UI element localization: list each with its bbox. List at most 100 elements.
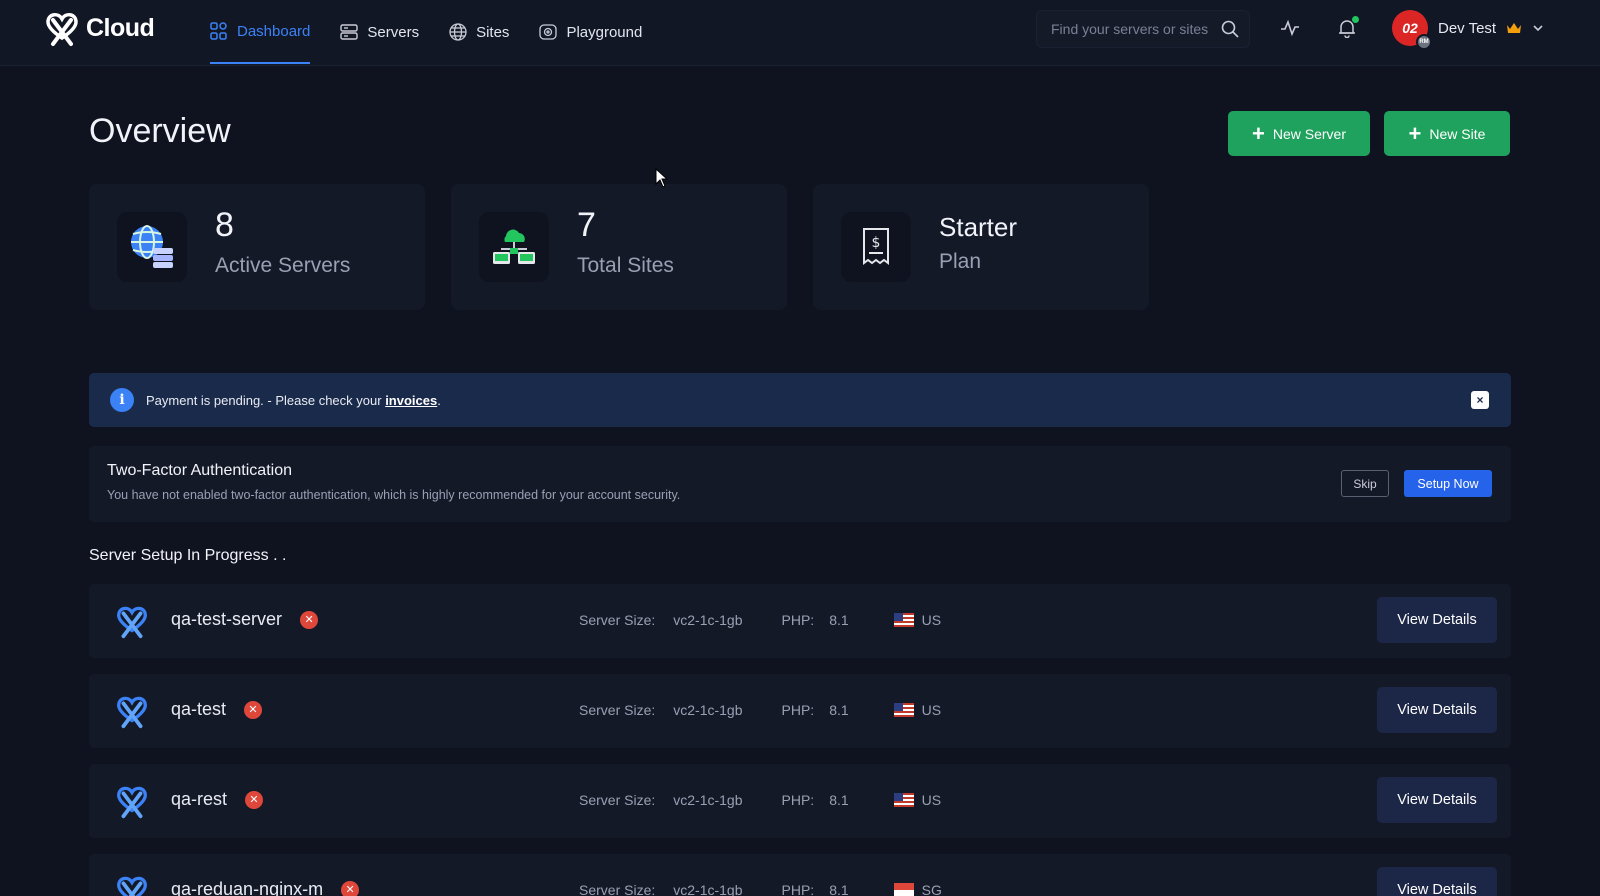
region: US	[893, 792, 942, 808]
section-title: Server Setup In Progress . .	[89, 547, 287, 564]
notifications-button[interactable]	[1337, 16, 1359, 40]
xcloud-logo-icon	[117, 876, 147, 896]
region-code: US	[921, 702, 942, 718]
alert-suffix: .	[437, 392, 441, 408]
brand-logo[interactable]: Cloud	[42, 8, 155, 48]
dashboard-icon	[210, 22, 227, 40]
close-icon[interactable]: ×	[1471, 391, 1489, 409]
stat-card-sites[interactable]: 7 Total Sites	[451, 184, 787, 310]
two-factor-banner: Two-Factor Authentication You have not e…	[89, 446, 1511, 522]
server-size-label: Server Size:	[579, 792, 656, 808]
alert-text: Payment is pending. - Please check your …	[146, 393, 441, 408]
brand-name: Cloud	[86, 13, 155, 42]
avatar-initials: 02	[1402, 20, 1418, 36]
nav-sites-label: Sites	[476, 23, 510, 41]
search-input[interactable]	[1051, 21, 1221, 37]
server-row[interactable]: qa-reduan-nginx-m ✕ Server Size: vc2-1c-…	[89, 854, 1511, 896]
nav-dashboard-label: Dashboard	[237, 22, 311, 40]
server-name-group: qa-rest ✕	[171, 789, 264, 810]
php-label: PHP:	[781, 792, 815, 808]
server-size-label: Server Size:	[579, 612, 656, 628]
alert-message: Payment is pending. - Please check your	[146, 392, 386, 408]
error-icon: ✕	[341, 880, 360, 896]
stat-card-plan[interactable]: $ Starter Plan	[813, 184, 1149, 310]
total-sites-count: 7	[577, 206, 596, 244]
server-name[interactable]: qa-rest	[171, 789, 227, 810]
activity-button[interactable]	[1280, 18, 1302, 40]
new-server-label: New Server	[1272, 125, 1346, 142]
plan-name: Starter	[939, 212, 1018, 242]
view-details-button[interactable]: View Details	[1377, 687, 1497, 733]
two-factor-description: You have not enabled two-factor authenti…	[107, 488, 681, 502]
server-size-value: vc2-1c-1gb	[673, 702, 743, 718]
invoice-dollar-icon: $	[841, 212, 911, 282]
region: US	[893, 612, 942, 628]
region-code: US	[921, 792, 942, 808]
us-flag-icon	[893, 793, 914, 807]
error-icon: ✕	[300, 610, 319, 629]
server-name[interactable]: qa-test	[171, 699, 226, 720]
php-version: 8.1	[829, 882, 849, 896]
server-meta: Server Size: vc2-1c-1gb PHP: 8.1 US	[579, 702, 941, 718]
php-label: PHP:	[781, 702, 815, 718]
nav-dashboard[interactable]: Dashboard	[210, 0, 311, 64]
total-sites-label: Total Sites	[577, 254, 674, 277]
nav-servers-label: Servers	[367, 23, 420, 41]
php-version: 8.1	[829, 702, 849, 718]
server-row[interactable]: qa-test-server ✕ Server Size: vc2-1c-1gb…	[89, 584, 1511, 658]
page-title: Overview	[89, 112, 231, 150]
php-version: 8.1	[829, 792, 849, 808]
server-size-value: vc2-1c-1gb	[673, 792, 743, 808]
avatar-badge: RM	[1416, 34, 1432, 50]
nav-sites[interactable]: Sites	[449, 0, 509, 64]
xcloud-logo-icon	[117, 606, 147, 639]
region-code: US	[921, 612, 942, 628]
new-server-button[interactable]: + New Server	[1228, 111, 1370, 156]
skip-button[interactable]: Skip	[1341, 470, 1389, 497]
search-box[interactable]	[1036, 10, 1250, 48]
server-row[interactable]: qa-test ✕ Server Size: vc2-1c-1gb PHP: 8…	[89, 674, 1511, 748]
server-meta: Server Size: vc2-1c-1gb PHP: 8.1 SG	[579, 882, 942, 896]
error-icon: ✕	[245, 790, 264, 809]
xcloud-logo-icon	[117, 696, 147, 729]
payment-alert: i Payment is pending. - Please check you…	[89, 373, 1511, 427]
user-name: Dev Test	[1438, 19, 1497, 37]
region: US	[893, 702, 942, 718]
view-details-button[interactable]: View Details	[1377, 867, 1497, 896]
nav-playground[interactable]: Playground	[539, 0, 642, 64]
server-row[interactable]: qa-rest ✕ Server Size: vc2-1c-1gb PHP: 8…	[89, 764, 1511, 838]
php-label: PHP:	[781, 882, 815, 896]
new-site-label: New Site	[1429, 125, 1486, 142]
error-icon: ✕	[244, 700, 263, 719]
new-site-button[interactable]: + New Site	[1384, 111, 1510, 156]
xcloud-logo-icon	[46, 13, 78, 46]
user-menu[interactable]: 02 RM Dev Test	[1392, 10, 1544, 50]
info-icon: i	[110, 388, 134, 412]
stat-card-servers[interactable]: 8 Active Servers	[89, 184, 425, 310]
server-size-label: Server Size:	[579, 882, 656, 896]
svg-text:$: $	[872, 235, 881, 251]
server-name-group: qa-test ✕	[171, 699, 263, 720]
active-servers-label: Active Servers	[215, 254, 351, 277]
server-name[interactable]: qa-test-server	[171, 609, 282, 630]
setup-now-button[interactable]: Setup Now	[1404, 470, 1492, 497]
php-version: 8.1	[829, 612, 849, 628]
search-icon[interactable]	[1221, 20, 1239, 38]
activity-icon	[1281, 19, 1299, 37]
avatar: 02 RM	[1392, 10, 1432, 50]
playground-icon	[539, 24, 558, 40]
server-meta: Server Size: vc2-1c-1gb PHP: 8.1 US	[579, 792, 941, 808]
view-details-button[interactable]: View Details	[1377, 777, 1497, 823]
xcloud-logo-icon	[117, 786, 147, 819]
main-nav: Dashboard Servers Sites Playground	[210, 0, 642, 66]
active-servers-count: 8	[215, 206, 234, 244]
invoices-link[interactable]: invoices	[385, 393, 437, 408]
php-label: PHP:	[781, 612, 815, 628]
view-details-button[interactable]: View Details	[1377, 597, 1497, 643]
sg-flag-icon	[893, 883, 914, 896]
nav-servers[interactable]: Servers	[340, 0, 419, 64]
server-meta: Server Size: vc2-1c-1gb PHP: 8.1 US	[579, 612, 941, 628]
server-name[interactable]: qa-reduan-nginx-m	[171, 879, 323, 896]
globe-icon	[449, 23, 467, 41]
mouse-cursor-icon	[655, 168, 669, 188]
